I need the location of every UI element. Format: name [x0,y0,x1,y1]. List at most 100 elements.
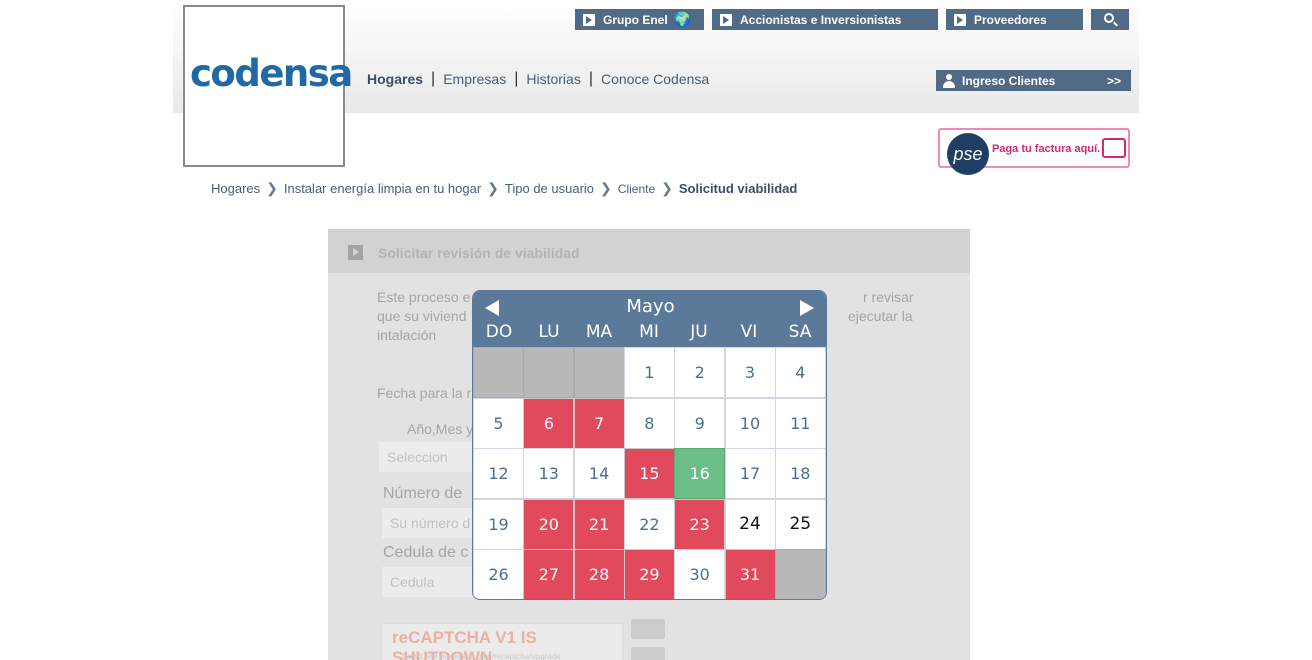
calendar-day[interactable]: 21 [573,498,625,550]
pse-logo: pse [947,133,989,175]
date-select[interactable]: Seleccion [379,442,479,472]
calendar-day[interactable]: 9 [674,397,726,449]
breadcrumb: Hogares ❯ Instalar energía limpia en tu … [211,180,797,197]
user-icon [942,73,956,88]
calendar-day[interactable]: 31 [724,549,776,599]
calendar-day[interactable]: 20 [523,498,575,550]
date-picker-calendar: Mayo DO LU MA MI JU VI SA 1 2 3 4 5 6 7 8 9 10 11 1… [472,290,827,600]
calendar-day[interactable]: 2 [674,347,726,398]
calendar-day[interactable]: 4 [774,347,826,398]
weekday-label: VI [740,322,758,342]
calendar-day[interactable]: 10 [724,397,776,449]
calendar-day[interactable]: 26 [473,549,524,599]
search-button[interactable] [1091,9,1129,30]
accionistas-label: Accionistas e Inversionistas [740,12,902,27]
page: codensa Grupo Enel 🌍 Accionistas e Inver… [0,0,1312,660]
calendar-empty-cell [573,347,625,398]
proveedores-button[interactable]: Proveedores [946,9,1083,30]
calendar-day[interactable]: 6 [523,397,575,449]
calendar-day[interactable]: 18 [774,448,826,500]
number-input[interactable]: Su número d [382,508,482,538]
pse-label: Paga tu factura aquí. [992,143,1101,155]
calendar-day[interactable]: 23 [674,498,726,550]
calendar-day[interactable]: 11 [774,397,826,449]
captcha-box[interactable]: reCAPTCHA V1 IS SHUTDOWN Direct site own… [381,623,623,660]
calendar-header: Mayo DO LU MA MI JU VI SA [473,291,826,347]
nav-historias[interactable]: Historias [526,71,580,87]
panel-title: Solicitar revisión de viabilidad [378,245,580,261]
arrow-right-icon [720,13,732,26]
calendar-day[interactable]: 12 [473,448,524,500]
cedula-label: Cedula de c [383,544,469,561]
proveedores-label: Proveedores [974,12,1047,27]
date-sub-label: Año,Mes y [407,421,474,437]
arrow-right-icon [348,245,363,260]
cedula-input[interactable]: Cedula [382,567,482,597]
calendar-day[interactable]: 28 [573,549,625,599]
weekday-label: SA [788,322,812,342]
nav-hogares[interactable]: Hogares [367,71,423,87]
card-payment-icon [1102,138,1126,158]
breadcrumb-item[interactable]: Cliente [618,182,655,196]
calendar-day[interactable]: 8 [623,397,675,449]
world-map-icon: 🌍 [673,11,692,27]
refresh-icon[interactable] [631,619,665,639]
breadcrumb-current: Solicitud viabilidad [678,181,798,196]
description-text: Este proceso e [377,289,471,305]
panel-header: Solicitar revisión de viabilidad [328,229,970,273]
calendar-day[interactable]: 19 [473,498,524,550]
arrow-right-icon [583,13,595,26]
calendar-day-selected[interactable]: 16 [674,448,726,500]
chevron-right-icon: ❯ [600,180,612,196]
captcha-note: Direct site owners to g.co/recaptcha/upg… [402,652,561,660]
weekday-label: JU [690,322,708,342]
description-text: r revisar [863,289,914,305]
chevron-right-icon: ❯ [266,180,278,196]
calendar-day[interactable]: 25 [774,498,826,550]
calendar-day[interactable]: 3 [724,347,776,398]
audio-icon[interactable] [631,647,665,660]
main-nav: Hogares | Empresas | Historias | Conoce … [367,70,709,88]
grupo-enel-button[interactable]: Grupo Enel 🌍 [575,9,704,30]
calendar-empty-cell [473,347,524,398]
description-text: que su viviend [377,308,467,324]
description-text: intalación [377,327,437,343]
nav-separator: | [588,70,593,87]
calendar-empty-cell [523,347,575,398]
calendar-day[interactable]: 14 [573,448,625,500]
ingreso-clientes-label: Ingreso Clientes [962,73,1056,88]
calendar-day[interactable]: 5 [473,397,524,449]
calendar-day[interactable]: 7 [573,397,625,449]
weekday-label: DO [485,322,513,342]
weekday-label: MI [639,322,659,342]
ingreso-clientes-button[interactable]: Ingreso Clientes >> [936,70,1131,91]
nav-conoce-codensa[interactable]: Conoce Codensa [601,71,709,87]
pse-payment-banner[interactable]: pse Paga tu factura aquí. [938,128,1130,175]
breadcrumb-item[interactable]: Hogares [211,181,260,196]
calendar-day[interactable]: 1 [623,347,675,398]
calendar-day[interactable]: 22 [623,498,675,550]
codensa-logo[interactable]: codensa [190,52,353,95]
breadcrumb-item[interactable]: Tipo de usuario [505,181,594,196]
number-label: Número de [383,485,463,502]
calendar-day[interactable]: 24 [724,498,776,550]
next-month-icon[interactable] [800,300,816,316]
description-text: ejecutar la [848,308,913,324]
weekday-label: LU [538,322,560,342]
chevron-right-icon: ❯ [661,180,673,196]
calendar-day[interactable]: 17 [724,448,776,500]
date-label: Fecha para la r [377,385,472,401]
grupo-enel-label: Grupo Enel [603,12,668,27]
calendar-empty-cell [774,549,826,599]
calendar-day[interactable]: 13 [523,448,575,500]
arrow-right-icon [954,13,966,26]
chevron-right-icon: ❯ [487,180,499,196]
calendar-day[interactable]: 30 [674,549,726,599]
breadcrumb-item[interactable]: Instalar energía limpia en tu hogar [284,181,481,196]
calendar-day[interactable]: 29 [623,549,675,599]
calendar-day[interactable]: 15 [623,448,675,500]
accionistas-button[interactable]: Accionistas e Inversionistas [712,9,938,30]
calendar-day[interactable]: 27 [523,549,575,599]
weekday-label: MA [585,322,613,342]
nav-empresas[interactable]: Empresas [443,71,506,87]
